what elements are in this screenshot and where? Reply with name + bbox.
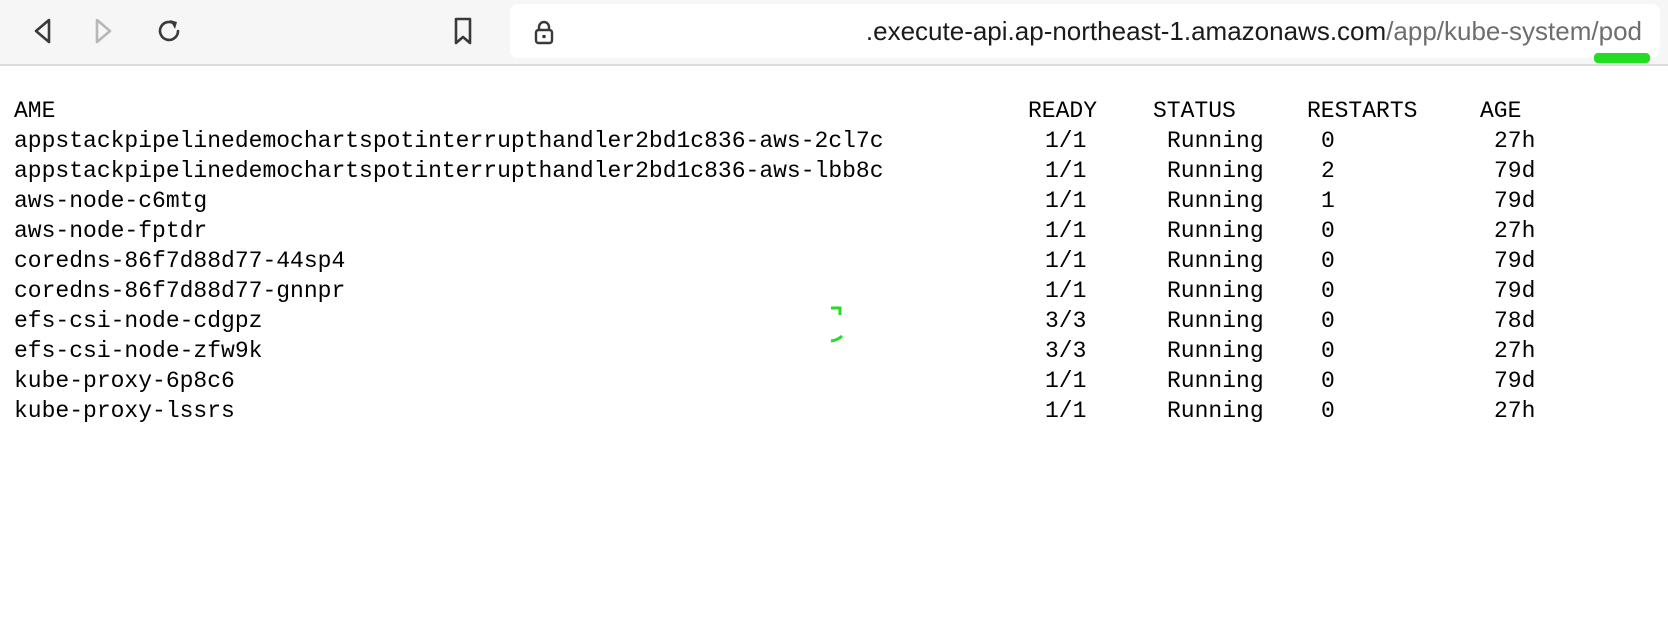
cell-age: 79d [1494, 188, 1536, 214]
cell-age: 79d [1494, 278, 1536, 304]
cell-ready: 1/1 [1045, 218, 1087, 244]
cell-restarts: 0 [1321, 128, 1335, 154]
cell-age: 27h [1494, 398, 1536, 424]
cell-age: 27h [1494, 218, 1536, 244]
cell-status: Running [1167, 308, 1264, 334]
table-row: appstackpipelinedemochartspotinterruptha… [14, 156, 1654, 186]
table-row: kube-proxy-6p8c6 1/1 Running 0 79d [14, 366, 1654, 396]
table-body: appstackpipelinedemochartspotinterruptha… [14, 126, 1654, 426]
table-row: aws-node-fptdr 1/1 Running 0 27h [14, 216, 1654, 246]
header-ready: READY [1028, 98, 1098, 124]
table-row: aws-node-c6mtg 1/1 Running 1 79d [14, 186, 1654, 216]
cell-restarts: 0 [1321, 338, 1335, 364]
cell-name: appstackpipelinedemochartspotinterruptha… [14, 128, 884, 154]
header-status: STATUS [1153, 98, 1236, 124]
cell-ready: 1/1 [1045, 158, 1087, 184]
cell-restarts: 0 [1321, 398, 1335, 424]
green-highlight-mark [1594, 53, 1650, 63]
cell-name: efs-csi-node-zfw9k [14, 338, 263, 364]
table-row: kube-proxy-lssrs 1/1 Running 0 27h [14, 396, 1654, 426]
cell-status: Running [1167, 368, 1264, 394]
chevron-left-icon [34, 18, 51, 44]
cell-age: 27h [1494, 338, 1536, 364]
cell-restarts: 2 [1321, 158, 1335, 184]
forward-button[interactable] [86, 14, 120, 48]
cell-restarts: 0 [1321, 368, 1335, 394]
pod-listing: AME READY STATUS RESTARTS AGE appstackpi… [14, 96, 1654, 426]
cell-restarts: 0 [1321, 308, 1335, 334]
cell-status: Running [1167, 338, 1264, 364]
address-bar[interactable]: .execute-api.ap-northeast-1.amazonaws.co… [510, 4, 1660, 58]
url-text[interactable]: .execute-api.ap-northeast-1.amazonaws.co… [866, 4, 1642, 58]
cell-restarts: 1 [1321, 188, 1335, 214]
header-restarts: RESTARTS [1307, 98, 1418, 124]
cell-status: Running [1167, 398, 1264, 424]
chevron-right-icon [95, 18, 112, 44]
cell-ready: 1/1 [1045, 368, 1087, 394]
bookmark-button[interactable] [446, 14, 480, 48]
table-row: coredns-86f7d88d77-44sp4 1/1 Running 0 79d [14, 246, 1654, 276]
bookmark-icon [454, 17, 472, 45]
table-row: appstackpipelinedemochartspotinterruptha… [14, 126, 1654, 156]
back-button[interactable] [26, 14, 60, 48]
cell-ready: 1/1 [1045, 278, 1087, 304]
cell-name: aws-node-c6mtg [14, 188, 208, 214]
cell-status: Running [1167, 128, 1264, 154]
cell-status: Running [1167, 188, 1264, 214]
reload-icon [158, 20, 180, 42]
header-name: AME [14, 98, 56, 124]
cell-status: Running [1167, 158, 1264, 184]
cell-ready: 3/3 [1045, 308, 1087, 334]
lock-icon [534, 20, 554, 45]
cell-restarts: 0 [1321, 218, 1335, 244]
cell-age: 78d [1494, 308, 1536, 334]
url-host: .execute-api.ap-northeast-1.amazonaws.co… [865, 16, 1387, 46]
cell-name: coredns-86f7d88d77-gnnpr [14, 278, 346, 304]
table-header: AME READY STATUS RESTARTS AGE [14, 96, 1654, 126]
cell-name: kube-proxy-lssrs [14, 398, 235, 424]
cell-name: efs-csi-node-cdgpz [14, 308, 263, 334]
header-age: AGE [1480, 98, 1522, 124]
table-row: coredns-86f7d88d77-gnnpr 1/1 Running 0 79d [14, 276, 1654, 306]
cell-status: Running [1167, 278, 1264, 304]
cell-ready: 1/1 [1045, 398, 1087, 424]
cell-name: aws-node-fptdr [14, 218, 208, 244]
cell-status: Running [1167, 248, 1264, 274]
url-path: /app/kube-system/pod [1386, 16, 1642, 46]
reload-button[interactable] [152, 14, 186, 48]
cell-restarts: 0 [1321, 278, 1335, 304]
cell-status: Running [1167, 218, 1264, 244]
cell-age: 27h [1494, 128, 1536, 154]
redacted-url-segment [574, 18, 744, 44]
green-bracket-mark [830, 306, 844, 343]
cell-ready: 1/1 [1045, 248, 1087, 274]
cell-age: 79d [1494, 158, 1536, 184]
browser-toolbar: .execute-api.ap-northeast-1.amazonaws.co… [0, 0, 1668, 66]
cell-ready: 3/3 [1045, 338, 1087, 364]
cell-ready: 1/1 [1045, 188, 1087, 214]
cell-restarts: 0 [1321, 248, 1335, 274]
cell-age: 79d [1494, 248, 1536, 274]
cell-name: appstackpipelinedemochartspotinterruptha… [14, 158, 884, 184]
cell-name: kube-proxy-6p8c6 [14, 368, 235, 394]
cell-age: 79d [1494, 368, 1536, 394]
cell-ready: 1/1 [1045, 128, 1087, 154]
cell-name: coredns-86f7d88d77-44sp4 [14, 248, 346, 274]
